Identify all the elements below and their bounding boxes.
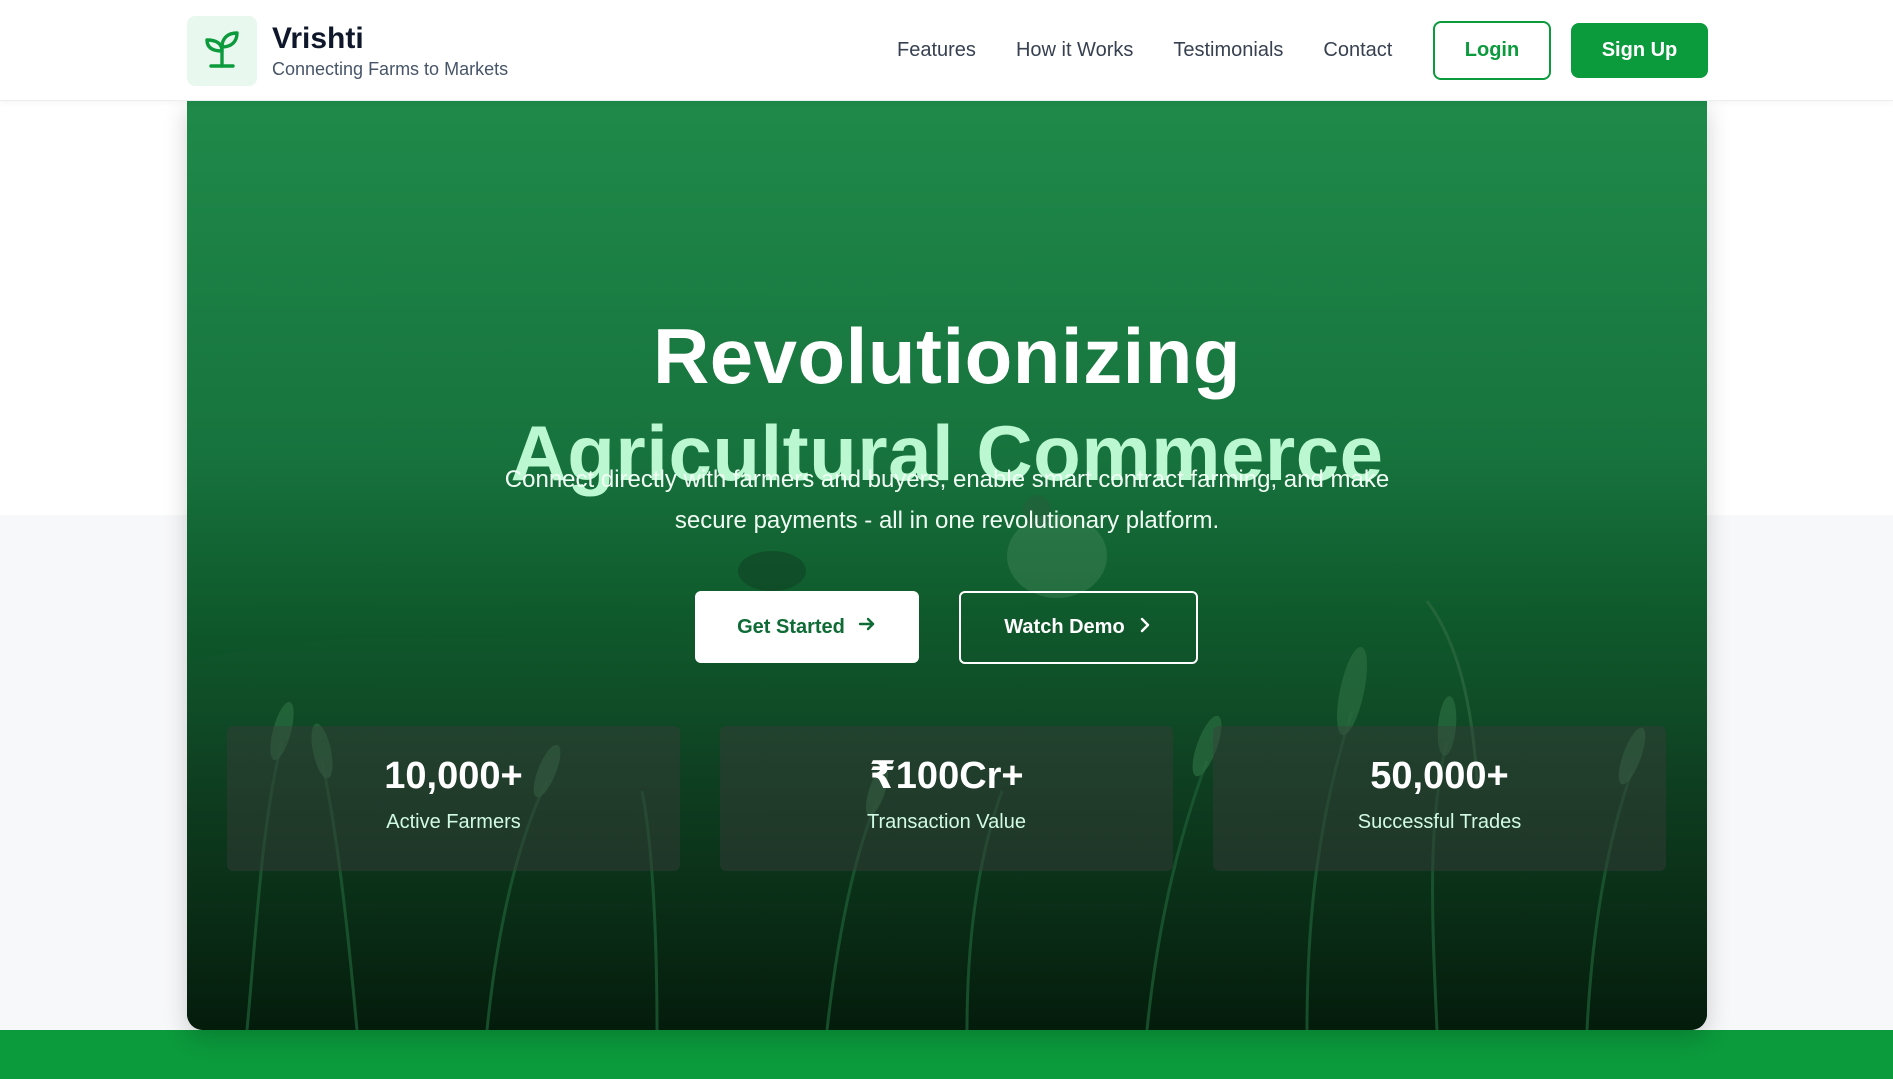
- sprout-icon: [203, 29, 241, 74]
- hero-background-image: [187, 495, 1707, 1030]
- stat-value: ₹100Cr+: [869, 755, 1024, 797]
- chevron-right-icon: [1125, 615, 1153, 641]
- brand-tagline: Connecting Farms to Markets: [272, 59, 509, 79]
- watch-demo-label: Watch Demo: [1004, 616, 1125, 638]
- stat-label: Active Farmers: [386, 811, 521, 833]
- stat-label: Successful Trades: [1357, 811, 1522, 833]
- get-started-label: Get Started: [737, 615, 845, 638]
- hero-section: Revolutionizing Agricultural Commerce Co…: [187, 101, 1707, 1030]
- main-nav: Features How it Works Testimonials Conta…: [897, 38, 1432, 62]
- site-header: Vrishti Connecting Farms to Markets Feat…: [0, 0, 1893, 101]
- hero-subtitle-line1: Connect directly with farmers and buyers…: [504, 466, 1390, 493]
- stat-card-transactions: ₹100Cr+ Transaction Value: [720, 726, 1173, 871]
- next-section-strip: [0, 1030, 1893, 1079]
- brand-name: Vrishti: [272, 22, 364, 55]
- arrow-right-icon: [845, 614, 877, 640]
- stat-label: Transaction Value: [867, 811, 1026, 833]
- get-started-button[interactable]: Get Started: [695, 591, 919, 663]
- stat-value: 10,000+: [384, 755, 523, 797]
- stat-card-farmers: 10,000+ Active Farmers: [227, 726, 680, 871]
- nav-link-contact[interactable]: Contact: [1323, 38, 1392, 62]
- logo: [187, 16, 257, 86]
- stat-card-trades: 50,000+ Successful Trades: [1213, 726, 1666, 871]
- brand[interactable]: Vrishti Connecting Farms to Markets: [187, 16, 508, 86]
- hero-title-line1: Revolutionizing: [652, 312, 1242, 401]
- nav-link-testimonials[interactable]: Testimonials: [1173, 38, 1283, 62]
- stat-value: 50,000+: [1370, 755, 1509, 797]
- nav-link-how-it-works[interactable]: How it Works: [1016, 38, 1133, 62]
- hero-subtitle: Connect directly with farmers and buyers…: [467, 459, 1427, 541]
- signup-button[interactable]: Sign Up: [1571, 23, 1708, 78]
- hero-subtitle-line2: secure payments - all in one revolutiona…: [674, 507, 1220, 534]
- nav-link-features[interactable]: Features: [897, 38, 976, 62]
- watch-demo-button[interactable]: Watch Demo: [959, 591, 1198, 664]
- login-button[interactable]: Login: [1433, 21, 1551, 80]
